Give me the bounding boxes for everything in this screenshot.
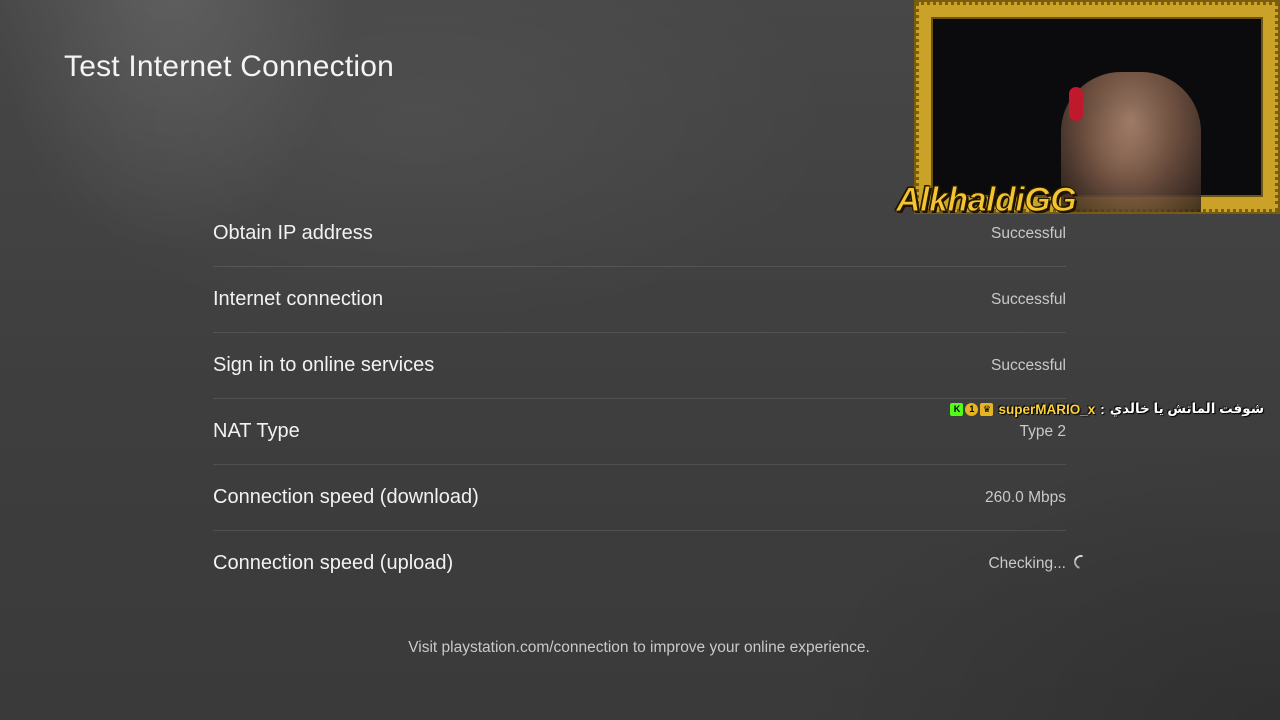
tier-badge-icon: 1 — [965, 402, 979, 416]
result-label: Sign in to online services — [213, 354, 435, 376]
result-row-download-speed[interactable]: Connection speed (download) 260.0 Mbps — [213, 465, 1066, 531]
headset-icon — [1069, 87, 1083, 121]
result-row-sign-in-online[interactable]: Sign in to online services Successful — [213, 333, 1066, 399]
result-label: NAT Type — [213, 420, 300, 442]
result-label: Connection speed (upload) — [213, 552, 454, 574]
chat-message: K 1 ♛ superMARIO_x : شوفت الماتش يا خالد… — [950, 401, 1264, 417]
result-label: Connection speed (download) — [213, 486, 479, 508]
chat-username: superMARIO_x — [998, 401, 1096, 417]
result-row-nat-type[interactable]: NAT Type Type 2 — [213, 399, 1066, 465]
result-label: Obtain IP address — [213, 222, 373, 244]
connection-help-note: Visit playstation.com/connection to impr… — [408, 639, 870, 656]
result-status: Successful — [991, 224, 1066, 242]
chat-separator: : — [1100, 401, 1105, 417]
result-label: Internet connection — [213, 288, 384, 310]
kick-badge-icon: K — [950, 402, 964, 416]
result-status: Successful — [991, 356, 1066, 374]
result-status: Successful — [991, 290, 1066, 308]
chat-badges: K 1 ♛ — [950, 402, 994, 416]
result-row-upload-speed[interactable]: Connection speed (upload) Checking... — [213, 531, 1091, 596]
chat-message-text: شوفت الماتش يا خالدي — [1109, 401, 1264, 416]
result-row-internet-connection[interactable]: Internet connection Successful — [213, 267, 1066, 333]
crown-badge-icon: ♛ — [980, 402, 994, 416]
streamer-name: AlkhaldiGG — [895, 181, 1077, 220]
page-title: Test Internet Connection — [64, 50, 394, 83]
result-status: 260.0 Mbps — [985, 488, 1066, 506]
result-status: Type 2 — [1019, 422, 1066, 440]
result-status: Checking... — [988, 554, 1066, 572]
connection-test-results: Obtain IP address Successful Internet co… — [213, 201, 1091, 596]
